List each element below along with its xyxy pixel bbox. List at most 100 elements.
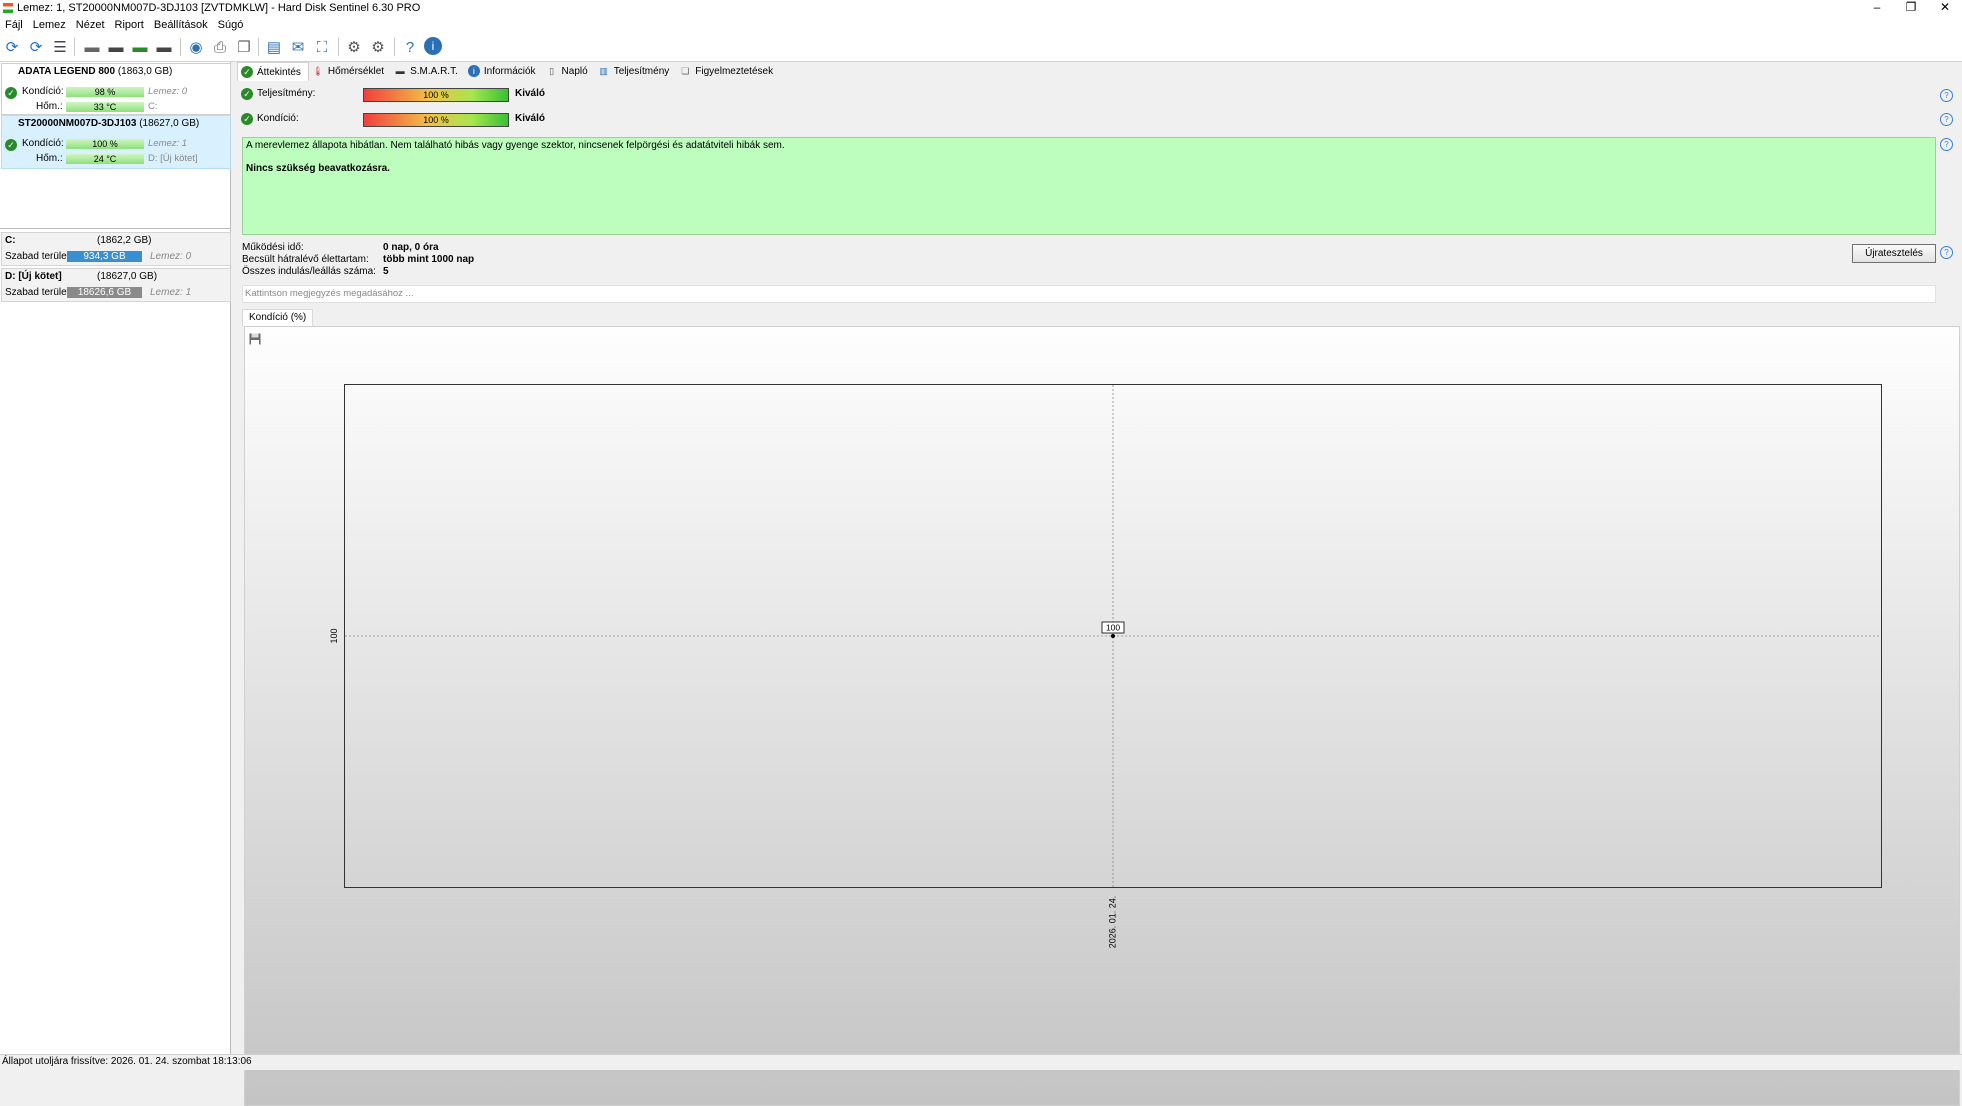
condition-rating: Kiváló [515, 113, 546, 124]
network-icon[interactable]: ⛶ [312, 37, 332, 57]
recommendation-text: Nincs szükség beavatkozásra. [246, 163, 390, 174]
help-icon[interactable]: ? [400, 37, 420, 57]
disk-index: Lemez: 1 [148, 138, 188, 149]
globe-icon[interactable]: ◉ [186, 37, 206, 57]
help-icon[interactable]: ? [1940, 246, 1953, 259]
disk-name: ST20000NM007D-3DJ103 (18627,0 GB) [18, 118, 200, 129]
preferences-icon[interactable]: ⚙ [368, 37, 388, 57]
menu-help[interactable]: Súgó [213, 17, 249, 33]
retest-button[interactable]: Újratesztelés [1852, 244, 1936, 263]
volume-item-c[interactable]: C: (1862,2 GB) Szabad terület 934,3 GB L… [1, 232, 231, 266]
status-bar: Állapot utoljára frissítve: 2026. 01. 24… [0, 1054, 1962, 1070]
tab-alerts[interactable]: ❏ Figyelmeztetések [676, 62, 780, 80]
status-description-box: A merevlemez állapota hibátlan. Nem talá… [242, 137, 1936, 235]
drive-list-icon[interactable]: ☰ [50, 37, 70, 57]
drive-icon[interactable]: ▬ [82, 37, 102, 57]
data-point [1111, 634, 1115, 638]
condition-bar: 100 % [363, 113, 509, 127]
status-ok-icon: ✓ [5, 87, 17, 99]
lifetime-label: Becsült hátralévő élettartam: [242, 254, 369, 265]
temperature-bar: 24 °C [66, 154, 144, 164]
window-title: Lemez: 1, ST20000NM007D-3DJ103 [ZVTDMKLW… [17, 2, 421, 14]
menu-disk[interactable]: Lemez [28, 17, 71, 33]
check-circle-icon: ✓ [241, 66, 253, 78]
menu-bar: Fájl Lemez Nézet Riport Beállítások Súgó [0, 17, 1962, 33]
alerts-icon: ❏ [681, 66, 690, 76]
volume-name: C: [5, 235, 16, 246]
save-icon[interactable] [249, 333, 261, 345]
printer-icon[interactable]: ⎙ [210, 37, 230, 57]
performance-icon: ▥ [599, 66, 608, 76]
refresh-icon[interactable]: ⟳ [2, 37, 22, 57]
free-space-bar: 18626,6 GB [67, 287, 142, 298]
disk-item-seagate[interactable]: ST20000NM007D-3DJ103 (18627,0 GB) ✓ Kond… [1, 115, 231, 169]
menu-settings[interactable]: Beállítások [149, 17, 213, 33]
performance-bar: 100 % [363, 88, 509, 102]
tab-information[interactable]: i Információk [465, 62, 543, 80]
refresh-all-icon[interactable]: ⟳ [26, 37, 46, 57]
copy-icon[interactable]: ❐ [234, 37, 254, 57]
email-icon[interactable]: ✉ [288, 37, 308, 57]
menu-view[interactable]: Nézet [71, 17, 110, 33]
temperature-label: Hőm.: [36, 153, 63, 164]
tab-performance[interactable]: ▥ Teljesítmény [595, 62, 677, 80]
volume-size: (1862,2 GB) [97, 235, 152, 246]
help-icon[interactable]: ? [1940, 89, 1953, 102]
main-panel: ✓ Áttekintés 🌡 Hőmérséklet ▬ S.M.A.R.T. i In… [231, 62, 1962, 1106]
volume-item-d[interactable]: D: [Új kötet] (18627,0 GB) Szabad terüle… [1, 268, 231, 302]
condition-label: Kondíció: [257, 113, 299, 124]
drive-test-icon[interactable]: ▬ [106, 37, 126, 57]
x-tick-label: 2026. 01. 24. [1107, 896, 1117, 949]
drive-letter: D: [Új kötet] [148, 153, 198, 164]
condition-chart: 100 2026. 01. 24. 100 [329, 385, 1881, 948]
disk-item-adata[interactable]: ADATA LEGEND 800 (1863,0 GB) ✓ Kondíció:… [1, 63, 231, 115]
note-input[interactable]: Kattintson megjegyzés megadásához ... [242, 285, 1936, 303]
app-flag-icon [3, 3, 13, 13]
drive-check-icon[interactable]: ▬ [130, 37, 150, 57]
menu-report[interactable]: Riport [110, 17, 149, 33]
tab-smart[interactable]: ▬ S.M.A.R.T. [391, 62, 465, 80]
y-tick-label: 100 [329, 628, 339, 643]
report-icon[interactable]: ▤ [264, 37, 284, 57]
tab-temperature[interactable]: 🌡 Hőmérséklet [309, 62, 391, 80]
tab-condition-chart[interactable]: Kondíció (%) [242, 309, 314, 326]
lifetime-value: több mint 1000 nap [383, 254, 475, 265]
startstop-value: 5 [383, 266, 389, 277]
free-space-bar: 934,3 GB [67, 251, 142, 262]
tab-overview[interactable]: ✓ Áttekintés [237, 62, 309, 81]
help-icon[interactable]: ? [1940, 138, 1953, 151]
data-label: 100 [1106, 623, 1120, 633]
status-ok-icon: ✓ [5, 139, 17, 151]
toolbar: ⟳ ⟳ ☰ ▬ ▬ ▬ ▬ ◉ ⎙ ❐ ▤ ✉ ⛶ ⚙ ⚙ ? i [0, 33, 1962, 62]
condition-indicator: ✓ Kondíció: 100 % Kiváló [241, 112, 841, 128]
startstop-label: Összes indulás/leállás száma: [242, 266, 376, 277]
status-ok-icon: ✓ [241, 113, 253, 125]
close-button[interactable]: ✕ [1928, 0, 1962, 17]
condition-bar: 98 % [66, 87, 144, 97]
gear-icon[interactable]: ⚙ [344, 37, 364, 57]
help-icon[interactable]: ? [1940, 113, 1953, 126]
minimize-button[interactable]: – [1860, 0, 1894, 17]
condition-label: Kondíció: [22, 86, 64, 97]
disk-list-panel: ADATA LEGEND 800 (1863,0 GB) ✓ Kondíció:… [0, 62, 231, 1054]
info-icon: i [467, 65, 480, 77]
window-controls: – ❐ ✕ [1860, 0, 1962, 17]
info-icon[interactable]: i [424, 37, 442, 55]
drive-icon: ▬ [395, 66, 405, 76]
tab-log[interactable]: ▯ Napló [543, 62, 595, 80]
maximize-button[interactable]: ❐ [1894, 0, 1928, 17]
volume-size: (18627,0 GB) [97, 271, 158, 282]
performance-label: Teljesítmény: [257, 88, 316, 99]
title-bar: Lemez: 1, ST20000NM007D-3DJ103 [ZVTDMKLW… [0, 0, 1962, 17]
status-text: A merevlemez állapota hibátlan. Nem talá… [246, 140, 785, 151]
disk-name: ADATA LEGEND 800 (1863,0 GB) [18, 66, 173, 77]
menu-file[interactable]: Fájl [0, 17, 28, 33]
tab-bar: ✓ Áttekintés 🌡 Hőmérséklet ▬ S.M.A.R.T. i In… [237, 62, 780, 81]
condition-label: Kondíció: [22, 138, 64, 149]
document-icon: ▯ [549, 66, 555, 76]
drive-tools-icon[interactable]: ▬ [154, 37, 174, 57]
performance-indicator: ✓ Teljesítmény: 100 % Kiváló [241, 87, 841, 103]
temperature-bar: 33 °C [66, 102, 144, 112]
volume-disk-index: Lemez: 1 [150, 287, 192, 298]
chart-panel: 100 2026. 01. 24. 100 [244, 326, 1960, 1106]
